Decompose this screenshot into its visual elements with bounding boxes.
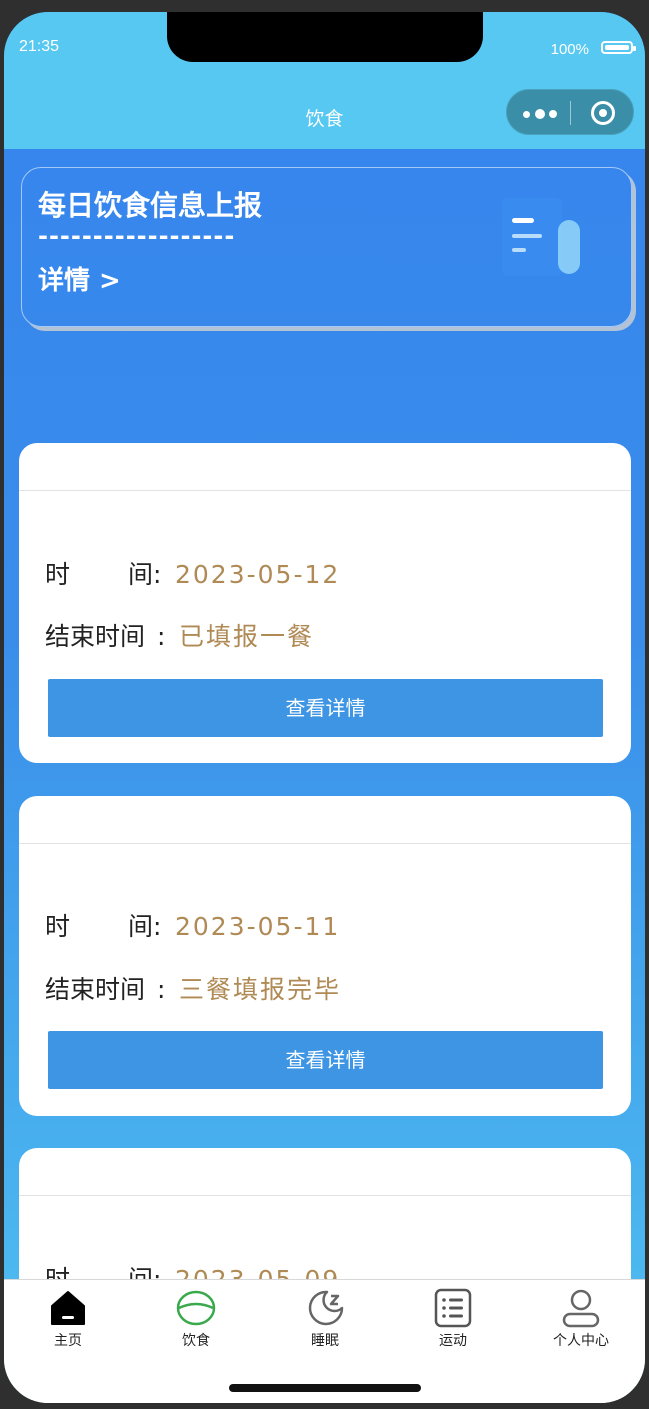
tab-sleep[interactable]: 睡眠 — [275, 1288, 375, 1350]
time-row: 时间: 2023-05-12 — [45, 555, 340, 591]
tab-bar: 主页 饮食 睡眠 运动 个人中心 — [4, 1279, 645, 1403]
end-time-row: 结束时间: 三餐填报完毕 — [45, 970, 341, 1006]
capsule-divider — [570, 101, 571, 125]
phone-screen: 21:35 100% 饮食 每日饮食信息上报 -----------------… — [4, 12, 645, 1403]
moon-sleep-icon — [308, 1290, 344, 1326]
status-time: 21:35 — [19, 38, 60, 55]
tab-exercise[interactable]: 运动 — [403, 1288, 503, 1350]
time-row: 时间: 2023-05-11 — [45, 907, 340, 943]
tab-label: 睡眠 — [311, 1333, 339, 1349]
notch — [167, 12, 483, 62]
tab-home[interactable]: 主页 — [18, 1288, 118, 1350]
nav-bar: 饮食 — [4, 72, 645, 149]
banner-details-link[interactable]: 详情 > — [38, 260, 121, 297]
battery-icon — [601, 41, 636, 54]
status-bar: 21:35 100% — [4, 12, 645, 72]
time-label: 时间 — [45, 560, 153, 589]
record-card: 时间: 2023-05-11 结束时间: 三餐填报完毕 查看详情 — [19, 796, 631, 1116]
list-icon — [434, 1288, 472, 1328]
time-label: 时间 — [45, 912, 153, 941]
view-details-button[interactable]: 查看详情 — [48, 1031, 603, 1089]
card-divider — [19, 1195, 631, 1196]
close-target-icon[interactable] — [591, 101, 615, 125]
end-time-label: 结束时间 — [45, 975, 146, 1004]
person-icon — [562, 1289, 600, 1328]
banner-title: 每日饮食信息上报 — [38, 189, 263, 222]
tab-profile[interactable]: 个人中心 — [531, 1288, 631, 1350]
battery-percent: 100% — [550, 41, 589, 58]
end-time-value: 三餐填报完毕 — [179, 975, 342, 1004]
more-icon[interactable] — [523, 109, 557, 119]
tab-label: 个人中心 — [553, 1333, 609, 1349]
end-time-label: 结束时间 — [45, 622, 146, 651]
tab-label: 运动 — [439, 1333, 467, 1349]
card-divider — [19, 490, 631, 491]
banner-divider: ------------------ — [38, 222, 236, 250]
daily-report-banner[interactable]: 每日饮食信息上报 ------------------ 详情 > — [21, 167, 632, 327]
miniprogram-capsule — [506, 89, 634, 135]
tab-label: 主页 — [54, 1333, 82, 1349]
view-details-button[interactable]: 查看详情 — [48, 679, 603, 737]
tab-diet[interactable]: 饮食 — [146, 1288, 246, 1350]
end-time-row: 结束时间: 已填报一餐 — [45, 617, 314, 653]
bowl-icon — [176, 1290, 216, 1326]
home-indicator — [229, 1384, 421, 1392]
card-divider — [19, 843, 631, 844]
time-value: 2023-05-12 — [175, 560, 341, 589]
home-icon — [51, 1291, 85, 1325]
tab-label: 饮食 — [182, 1333, 210, 1349]
record-card: 时间: 2023-05-12 结束时间: 已填报一餐 查看详情 — [19, 443, 631, 763]
time-value: 2023-05-11 — [175, 912, 341, 941]
end-time-value: 已填报一餐 — [179, 622, 315, 651]
document-icon — [502, 198, 580, 276]
